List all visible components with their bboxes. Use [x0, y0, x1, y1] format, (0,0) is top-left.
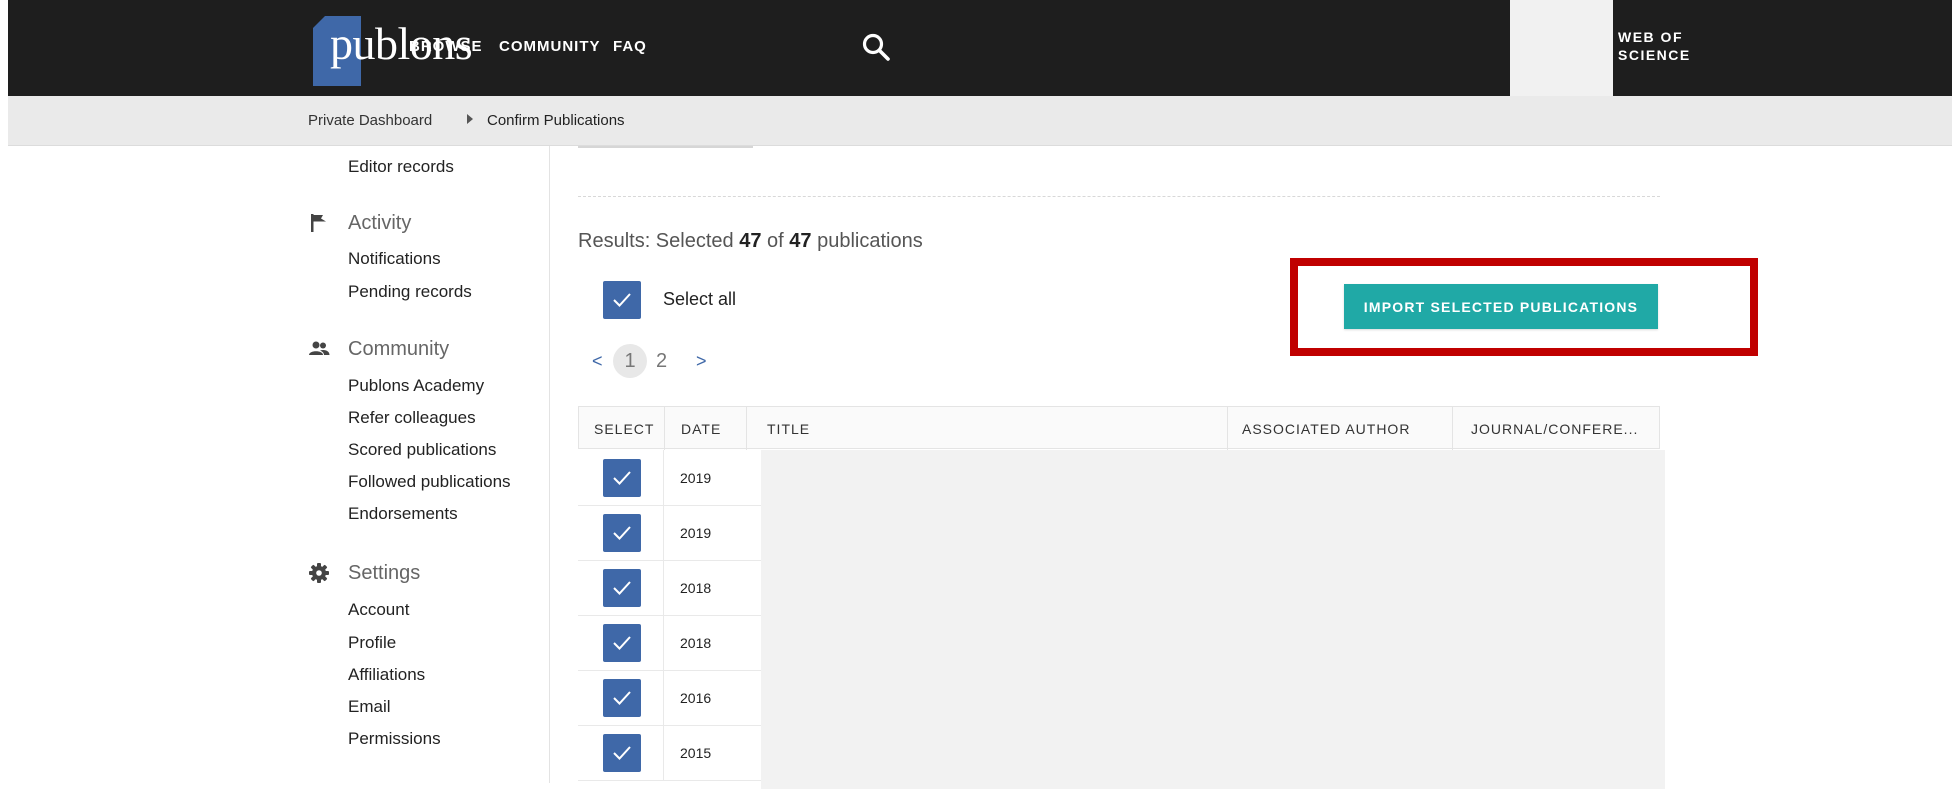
web-of-science-link[interactable]: WEB OF SCIENCE: [1618, 28, 1738, 64]
row-date: 2016: [680, 690, 712, 706]
check-icon: [613, 746, 631, 760]
gear-icon: [309, 563, 329, 583]
row-separator: [663, 560, 664, 615]
row-separator: [663, 505, 664, 560]
results-prefix: Results: Selected: [578, 230, 734, 252]
row-checkbox[interactable]: [603, 734, 641, 772]
row-checkbox[interactable]: [603, 569, 641, 607]
nav-faq[interactable]: FAQ: [613, 38, 647, 55]
section-divider: [578, 196, 1660, 197]
table-row: 2016: [578, 670, 761, 726]
results-of: of: [767, 230, 784, 252]
row-separator: [663, 450, 664, 505]
sidebar-divider: [549, 146, 550, 783]
column-select: SELECT: [594, 421, 655, 437]
nav-community[interactable]: COMMUNITY: [499, 38, 601, 55]
column-journal-conference[interactable]: JOURNAL/CONFERE...: [1471, 421, 1638, 437]
column-separator: [746, 407, 747, 450]
sidebar-heading-settings: Settings: [348, 562, 421, 584]
column-separator: [664, 407, 665, 450]
sidebar-item-publons-academy[interactable]: Publons Academy: [348, 376, 484, 396]
table-row: 2015: [578, 725, 761, 781]
check-icon: [613, 691, 631, 705]
table-row: 2018: [578, 560, 761, 616]
row-separator: [663, 615, 664, 670]
row-date: 2019: [680, 470, 712, 486]
flag-icon: [311, 214, 326, 232]
sidebar-item-refer-colleagues[interactable]: Refer colleagues: [348, 408, 476, 428]
web-of-science-line1: WEB OF: [1618, 29, 1683, 45]
table-row: 2019: [578, 450, 761, 506]
row-checkbox[interactable]: [603, 459, 641, 497]
pagination-next[interactable]: >: [696, 351, 707, 372]
check-icon: [613, 471, 631, 485]
header-spacer: [1510, 0, 1613, 96]
sidebar-item-followed-publications[interactable]: Followed publications: [348, 472, 511, 492]
pagination-prev[interactable]: <: [592, 351, 603, 372]
check-icon: [613, 293, 631, 307]
table-body-placeholder: [761, 450, 1665, 789]
row-date: 2018: [680, 635, 712, 651]
sidebar-item-profile[interactable]: Profile: [348, 633, 396, 653]
results-summary: Results: Selected 47 of 47 publications: [578, 230, 923, 253]
results-total-count: 47: [789, 230, 812, 252]
row-checkbox[interactable]: [603, 514, 641, 552]
select-all-checkbox[interactable]: [603, 281, 641, 319]
people-icon: [309, 341, 330, 355]
results-suffix: publications: [817, 230, 923, 252]
row-date: 2018: [680, 580, 712, 596]
column-title[interactable]: TITLE: [767, 421, 810, 437]
results-selected-count: 47: [739, 230, 762, 252]
top-navigation-bar: publons BROWSE COMMUNITY FAQ WEB OF SCIE…: [8, 0, 1952, 96]
web-of-science-line2: SCIENCE: [1618, 47, 1691, 63]
sidebar-item-permissions[interactable]: Permissions: [348, 729, 441, 749]
table-row: 2019: [578, 505, 761, 561]
sidebar-item-account[interactable]: Account: [348, 600, 409, 620]
sidebar-item-email[interactable]: Email: [348, 697, 391, 717]
row-checkbox[interactable]: [603, 624, 641, 662]
breadcrumb: Private Dashboard Confirm Publications: [8, 96, 1952, 146]
sidebar-heading-activity: Activity: [348, 212, 412, 234]
column-separator: [1227, 407, 1228, 450]
sidebar-item-scored-publications[interactable]: Scored publications: [348, 440, 496, 460]
nav-browse[interactable]: BROWSE: [409, 38, 483, 55]
row-checkbox[interactable]: [603, 679, 641, 717]
sidebar-item-notifications[interactable]: Notifications: [348, 249, 441, 269]
pagination-page-2[interactable]: 2: [656, 344, 667, 378]
breadcrumb-separator-icon: [467, 114, 473, 124]
sidebar-heading-community: Community: [348, 338, 450, 360]
column-associated-author[interactable]: ASSOCIATED AUTHOR: [1242, 421, 1410, 437]
check-icon: [613, 636, 631, 650]
highlight-box: [1290, 258, 1758, 356]
section-tab-remnant: [578, 146, 753, 148]
check-icon: [613, 526, 631, 540]
breadcrumb-confirm-publications: Confirm Publications: [487, 112, 625, 129]
sidebar-item-affiliations[interactable]: Affiliations: [348, 665, 425, 685]
row-date: 2015: [680, 745, 712, 761]
pagination-page-1[interactable]: 1: [613, 344, 647, 378]
column-date[interactable]: DATE: [681, 421, 721, 437]
search-icon[interactable]: [861, 32, 891, 62]
table-row: 2018: [578, 615, 761, 671]
select-all-label[interactable]: Select all: [663, 289, 736, 310]
row-separator: [663, 725, 664, 780]
breadcrumb-private-dashboard[interactable]: Private Dashboard: [308, 112, 432, 129]
table-header: SELECT DATE TITLE ASSOCIATED AUTHOR JOUR…: [578, 406, 1660, 450]
sidebar-item-endorsements[interactable]: Endorsements: [348, 504, 458, 524]
sidebar-item-pending-records[interactable]: Pending records: [348, 282, 472, 302]
row-date: 2019: [680, 525, 712, 541]
column-separator: [1452, 407, 1453, 450]
row-separator: [663, 670, 664, 725]
sidebar-item-editor-records[interactable]: Editor records: [348, 157, 454, 177]
check-icon: [613, 581, 631, 595]
